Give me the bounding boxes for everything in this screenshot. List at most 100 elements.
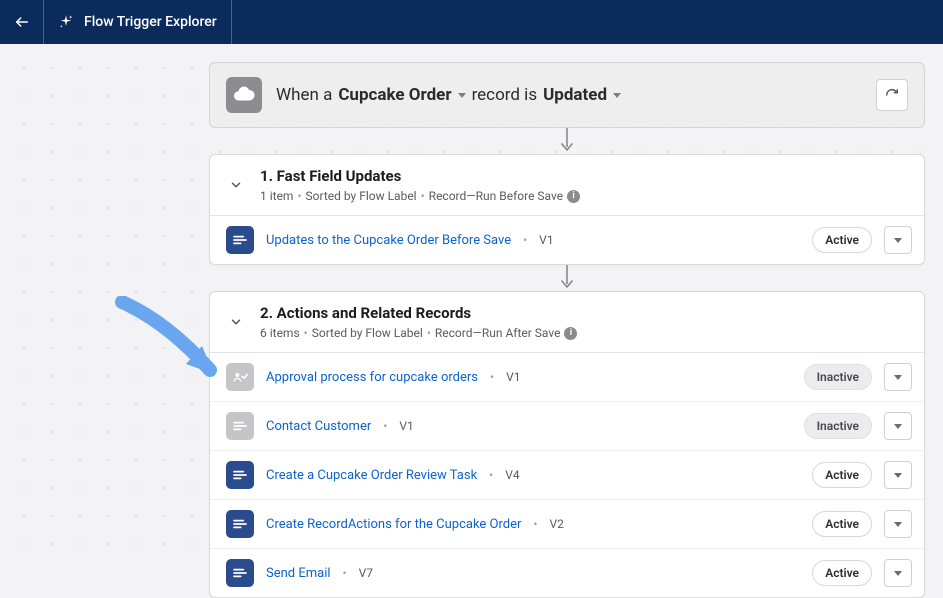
caret-down-icon — [894, 522, 902, 527]
info-icon[interactable]: i — [567, 190, 580, 203]
refresh-button[interactable] — [876, 79, 908, 111]
record-icon — [226, 77, 262, 113]
separator: • — [421, 189, 425, 203]
flow-link[interactable]: Create RecordActions for the Cupcake Ord… — [266, 517, 521, 532]
flow-link[interactable]: Approval process for cupcake orders — [266, 370, 478, 385]
separator: • — [533, 517, 537, 531]
chevron-down-icon — [229, 178, 243, 192]
approval-icon — [226, 363, 254, 391]
flow-row: Send Email • V7 Active — [210, 548, 924, 597]
status-badge: Inactive — [804, 364, 872, 390]
section-count: 6 items — [260, 326, 300, 340]
approval-glyph-icon — [232, 369, 248, 385]
caret-down-icon — [894, 473, 902, 478]
flow-version: V1 — [506, 370, 520, 384]
chevron-down-icon — [229, 315, 243, 329]
caret-down-icon — [894, 238, 902, 243]
row-actions-button[interactable] — [884, 461, 912, 489]
separator: • — [490, 370, 494, 384]
separator: • — [427, 326, 431, 340]
section-title: 1. Fast Field Updates — [260, 167, 580, 185]
collapse-toggle[interactable] — [224, 310, 248, 334]
trigger-operation-picker[interactable]: Updated — [543, 85, 621, 105]
flow-glyph-icon — [232, 516, 248, 532]
section-subtitle: 1 item • Sorted by Flow Label • Record—R… — [260, 189, 580, 203]
connector — [209, 128, 925, 154]
row-actions-button[interactable] — [884, 559, 912, 587]
back-button[interactable] — [0, 0, 44, 44]
status-badge: Active — [812, 227, 872, 253]
page-title: Flow Trigger Explorer — [84, 14, 217, 30]
arrow-down-icon — [561, 265, 573, 291]
separator: • — [383, 419, 387, 433]
separator: • — [297, 189, 301, 203]
section-subtitle: 6 items • Sorted by Flow Label • Record—… — [260, 326, 577, 340]
row-actions-button[interactable] — [884, 412, 912, 440]
separator: • — [489, 468, 493, 482]
flow-glyph-icon — [232, 565, 248, 581]
trigger-card: When a Cupcake Order record is Updated — [209, 62, 925, 128]
separator: • — [343, 566, 347, 580]
flow-icon — [226, 461, 254, 489]
flow-version: V2 — [549, 517, 563, 531]
flow-version: V1 — [539, 233, 553, 247]
caret-down-icon — [894, 375, 902, 380]
arrow-left-icon — [14, 14, 30, 30]
flow-row: Create a Cupcake Order Review Task • V4 … — [210, 450, 924, 499]
collapse-toggle[interactable] — [224, 173, 248, 197]
top-bar: Flow Trigger Explorer — [0, 0, 943, 44]
trigger-object-picker[interactable]: Cupcake Order — [338, 85, 465, 105]
section-rows: Approval process for cupcake orders • V1… — [210, 353, 924, 597]
flow-link[interactable]: Create a Cupcake Order Review Task — [266, 468, 477, 483]
row-actions-button[interactable] — [884, 510, 912, 538]
info-icon[interactable]: i — [564, 327, 577, 340]
status-badge: Active — [812, 462, 872, 488]
arrow-down-icon — [561, 128, 573, 154]
flow-version: V4 — [505, 468, 519, 482]
refresh-icon — [885, 88, 899, 102]
flow-link[interactable]: Contact Customer — [266, 419, 371, 434]
section-actions-related-records: 2. Actions and Related Records 6 items •… — [209, 291, 925, 598]
section-sort: Sorted by Flow Label — [306, 189, 417, 203]
cloud-icon — [233, 84, 255, 106]
section-sort: Sorted by Flow Label — [312, 326, 423, 340]
separator: • — [304, 326, 308, 340]
section-rows: Updates to the Cupcake Order Before Save… — [210, 216, 924, 264]
trigger-sentence: When a Cupcake Order record is Updated — [276, 85, 876, 105]
trigger-operation-label: Updated — [543, 85, 607, 105]
row-actions-button[interactable] — [884, 363, 912, 391]
separator: • — [523, 233, 527, 247]
flow-glyph-icon — [232, 232, 248, 248]
flow-version: V7 — [359, 566, 373, 580]
trigger-when-a: When a — [276, 85, 332, 105]
caret-down-icon — [894, 424, 902, 429]
trigger-object-label: Cupcake Order — [338, 85, 451, 105]
app-title-wrap: Flow Trigger Explorer — [44, 0, 232, 44]
flow-glyph-icon — [232, 467, 248, 483]
section-header: 1. Fast Field Updates 1 item • Sorted by… — [210, 155, 924, 216]
flow-icon — [226, 559, 254, 587]
flow-row: Updates to the Cupcake Order Before Save… — [210, 216, 924, 264]
caret-down-icon — [458, 93, 466, 98]
main-column: When a Cupcake Order record is Updated — [209, 62, 925, 598]
row-actions-button[interactable] — [884, 226, 912, 254]
section-header: 2. Actions and Related Records 6 items •… — [210, 292, 924, 353]
sparkle-icon — [58, 14, 74, 30]
section-fast-field-updates: 1. Fast Field Updates 1 item • Sorted by… — [209, 154, 925, 265]
connector — [209, 265, 925, 291]
status-badge: Active — [812, 560, 872, 586]
status-badge: Inactive — [804, 413, 872, 439]
flow-link[interactable]: Updates to the Cupcake Order Before Save — [266, 233, 511, 248]
flow-icon — [226, 226, 254, 254]
trigger-record-is: record is — [472, 85, 538, 105]
section-context: Record—Run After Save — [435, 326, 561, 340]
caret-down-icon — [613, 93, 621, 98]
caret-down-icon — [894, 571, 902, 576]
section-title: 2. Actions and Related Records — [260, 304, 577, 322]
flow-row: Create RecordActions for the Cupcake Ord… — [210, 499, 924, 548]
flow-icon — [226, 412, 254, 440]
flow-row: Approval process for cupcake orders • V1… — [210, 353, 924, 401]
flow-glyph-icon — [232, 418, 248, 434]
flow-link[interactable]: Send Email — [266, 566, 331, 581]
section-context: Record—Run Before Save — [429, 189, 563, 203]
